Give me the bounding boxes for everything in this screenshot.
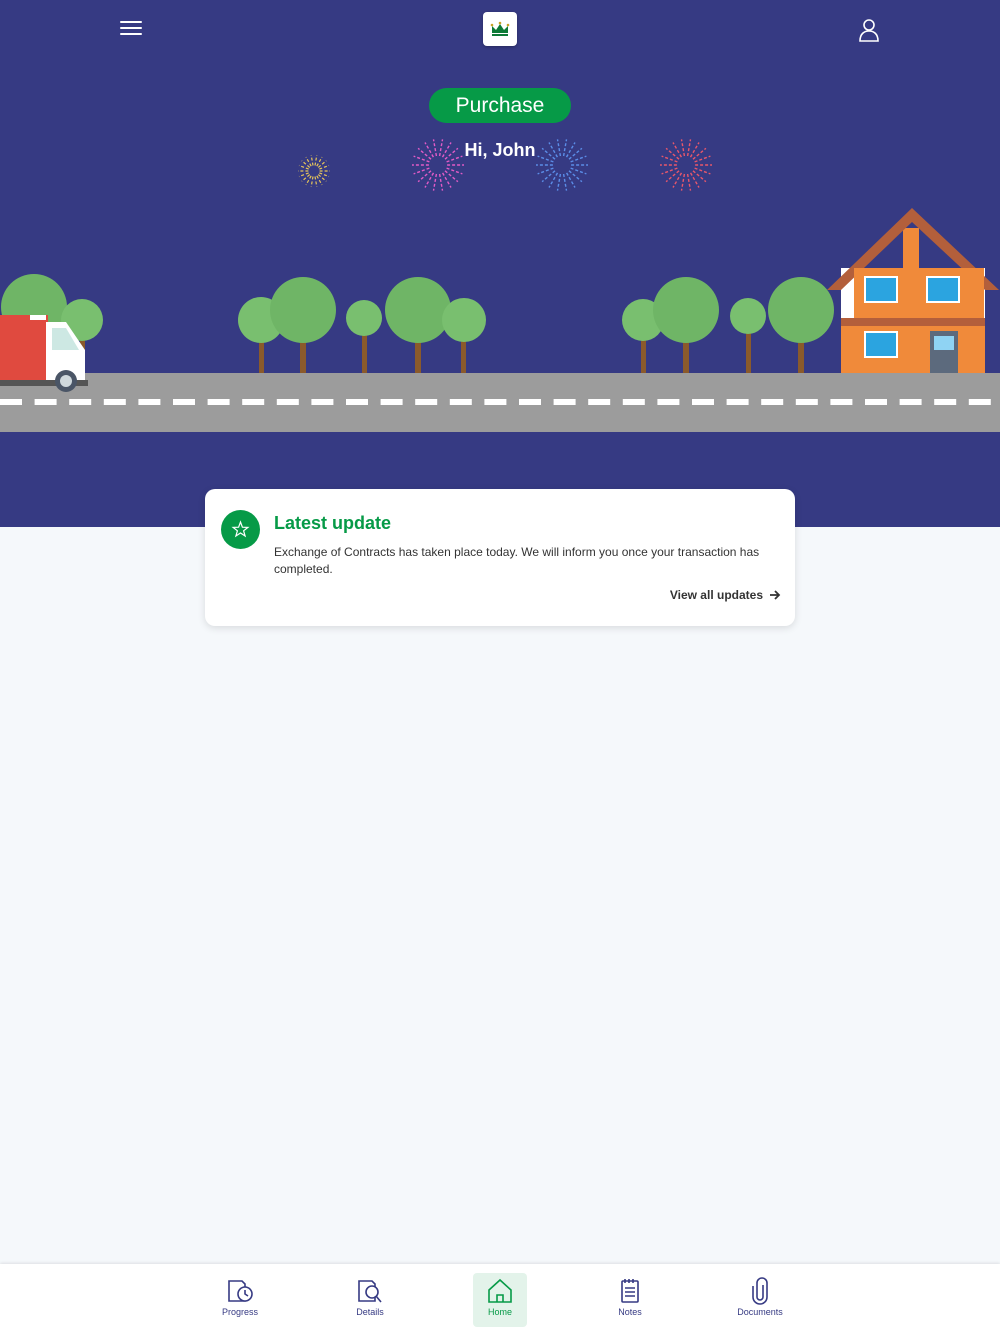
- home-icon: [488, 1278, 512, 1303]
- nav-item-progress[interactable]: Progress: [213, 1273, 267, 1327]
- nav-label-documents: Documents: [737, 1307, 783, 1317]
- star-badge-icon: [221, 510, 260, 549]
- latest-update-message: Exchange of Contracts has taken place to…: [274, 545, 760, 576]
- nav-label-home: Home: [487, 1307, 512, 1317]
- house-illustration: [827, 208, 999, 373]
- hero-banner: Purchase Hi, John: [0, 0, 1000, 527]
- progress-clock-icon: [228, 1280, 253, 1302]
- fireworks-illustration: [298, 139, 712, 191]
- moving-scene-illustration: [0, 208, 1000, 432]
- nav-item-documents[interactable]: Documents: [733, 1273, 787, 1327]
- nav-item-notes[interactable]: Notes: [603, 1273, 657, 1327]
- bottom-navigation: Progress Details Home Notes Documents: [0, 1264, 1000, 1334]
- road-lane-markings: [0, 399, 991, 405]
- nav-label-progress: Progress: [221, 1307, 258, 1317]
- notes-icon: [621, 1279, 639, 1303]
- nav-item-details[interactable]: Details: [343, 1273, 397, 1327]
- nav-item-home[interactable]: Home: [473, 1273, 527, 1327]
- nav-label-notes: Notes: [618, 1307, 642, 1317]
- tree-group-right: [622, 277, 834, 373]
- view-all-updates-link[interactable]: View all updates: [670, 588, 781, 602]
- latest-update-card: Latest update Exchange of Contracts has …: [205, 489, 795, 626]
- latest-update-title: Latest update: [274, 513, 392, 533]
- nav-label-details: Details: [356, 1307, 384, 1317]
- arrow-right-icon: [770, 590, 781, 600]
- details-search-icon: [358, 1280, 382, 1303]
- view-all-updates-label: View all updates: [669, 588, 763, 602]
- paperclip-icon: [752, 1277, 768, 1305]
